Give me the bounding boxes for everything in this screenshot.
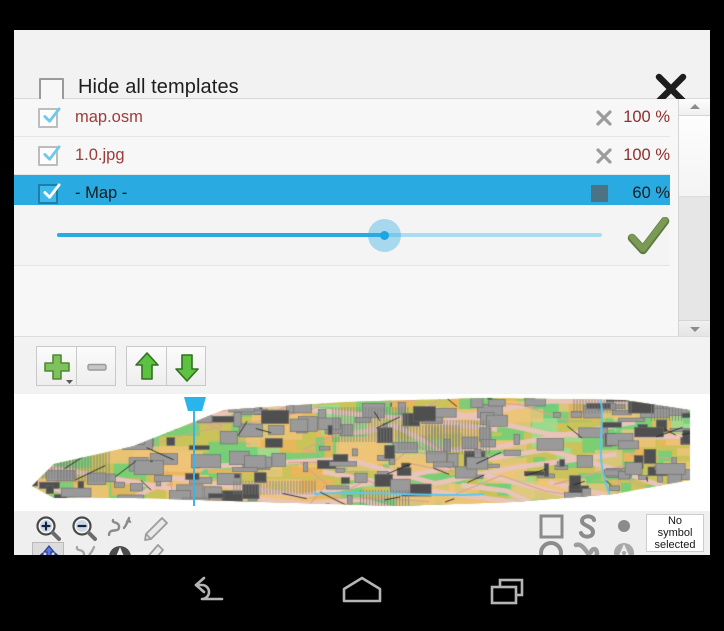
control-circle-icon[interactable] bbox=[104, 542, 136, 555]
dialog-title: Hide all templates bbox=[78, 76, 239, 98]
row-template-name: 1.0.jpg bbox=[75, 146, 125, 164]
row-meta: 100 % bbox=[594, 146, 670, 166]
pencil-icon[interactable] bbox=[140, 514, 172, 544]
symbol-status-box: No symbol selected bbox=[646, 514, 704, 552]
opacity-slider-pane bbox=[14, 205, 670, 266]
row-visibility-checkbox[interactable] bbox=[38, 144, 61, 166]
map-preview[interactable] bbox=[14, 394, 710, 511]
scroll-down-icon[interactable] bbox=[679, 320, 710, 336]
add-remove-group bbox=[36, 346, 116, 386]
symbol-status-line2: symbol bbox=[657, 527, 693, 539]
recents-icon[interactable] bbox=[478, 573, 538, 613]
templates-list-container: map.osm 100 % 1.0.jpg 100 % - Map - 60 % bbox=[14, 99, 710, 336]
templates-dialog: Hide all templates map.osm 100 % 1.0.jpg… bbox=[14, 30, 710, 555]
row-visibility-checkbox[interactable] bbox=[38, 106, 61, 128]
row-opacity-value: 100 % bbox=[623, 108, 670, 126]
color-swatch-icon[interactable] bbox=[591, 185, 608, 202]
row-meta: 100 % bbox=[594, 108, 670, 128]
curve-arrow-icon[interactable] bbox=[104, 514, 136, 544]
scroll-up-icon[interactable] bbox=[679, 99, 710, 116]
map-canvas[interactable] bbox=[14, 394, 710, 511]
move-cross-icon[interactable] bbox=[32, 542, 64, 555]
list-toolbar bbox=[14, 336, 710, 395]
x-icon[interactable] bbox=[594, 146, 614, 166]
row-template-name: - Map - bbox=[75, 184, 128, 202]
slider-fill bbox=[57, 233, 387, 237]
home-icon[interactable] bbox=[332, 573, 392, 613]
scrollbar-thumb[interactable] bbox=[679, 116, 710, 197]
magnifier-minus-icon[interactable] bbox=[68, 514, 100, 544]
control-point-icon[interactable] bbox=[608, 539, 640, 555]
table-row[interactable]: 1.0.jpg 100 % bbox=[14, 137, 670, 175]
reorder-group bbox=[126, 346, 206, 386]
confirm-check-icon[interactable] bbox=[626, 216, 671, 257]
symbol-status-line1: No bbox=[667, 515, 683, 527]
dialog-header: Hide all templates bbox=[14, 30, 710, 105]
map-tool-strip: No symbol selected bbox=[14, 511, 710, 555]
symbol-status-line3: selected bbox=[654, 539, 696, 551]
row-opacity-value: 60 % bbox=[632, 184, 670, 202]
row-meta: 60 % bbox=[591, 184, 670, 203]
slider-thumb[interactable] bbox=[380, 231, 389, 240]
templates-list[interactable]: map.osm 100 % 1.0.jpg 100 % - Map - 60 % bbox=[14, 99, 670, 336]
table-row[interactable]: map.osm 100 % bbox=[14, 99, 670, 137]
row-opacity-value: 100 % bbox=[623, 146, 670, 164]
x-icon[interactable] bbox=[594, 108, 614, 128]
map-marker-line bbox=[193, 409, 195, 506]
pencil-text-icon[interactable] bbox=[140, 542, 172, 555]
magnifier-plus-icon[interactable] bbox=[32, 514, 64, 544]
circle-outline-icon[interactable] bbox=[535, 539, 567, 555]
list-scrollbar[interactable] bbox=[678, 99, 710, 336]
curve-icon[interactable] bbox=[68, 542, 100, 555]
android-navigation-bar bbox=[0, 555, 724, 631]
move-down-button[interactable] bbox=[166, 346, 206, 386]
screen: Hide all templates map.osm 100 % 1.0.jpg… bbox=[0, 0, 724, 631]
back-icon[interactable] bbox=[182, 573, 242, 613]
move-up-button[interactable] bbox=[126, 346, 166, 386]
remove-template-button[interactable] bbox=[76, 346, 116, 386]
row-template-name: map.osm bbox=[75, 108, 143, 126]
bent-line-icon[interactable] bbox=[572, 539, 604, 555]
opacity-slider[interactable] bbox=[57, 233, 602, 237]
row-visibility-checkbox[interactable] bbox=[38, 182, 61, 204]
add-template-button[interactable] bbox=[36, 346, 76, 386]
